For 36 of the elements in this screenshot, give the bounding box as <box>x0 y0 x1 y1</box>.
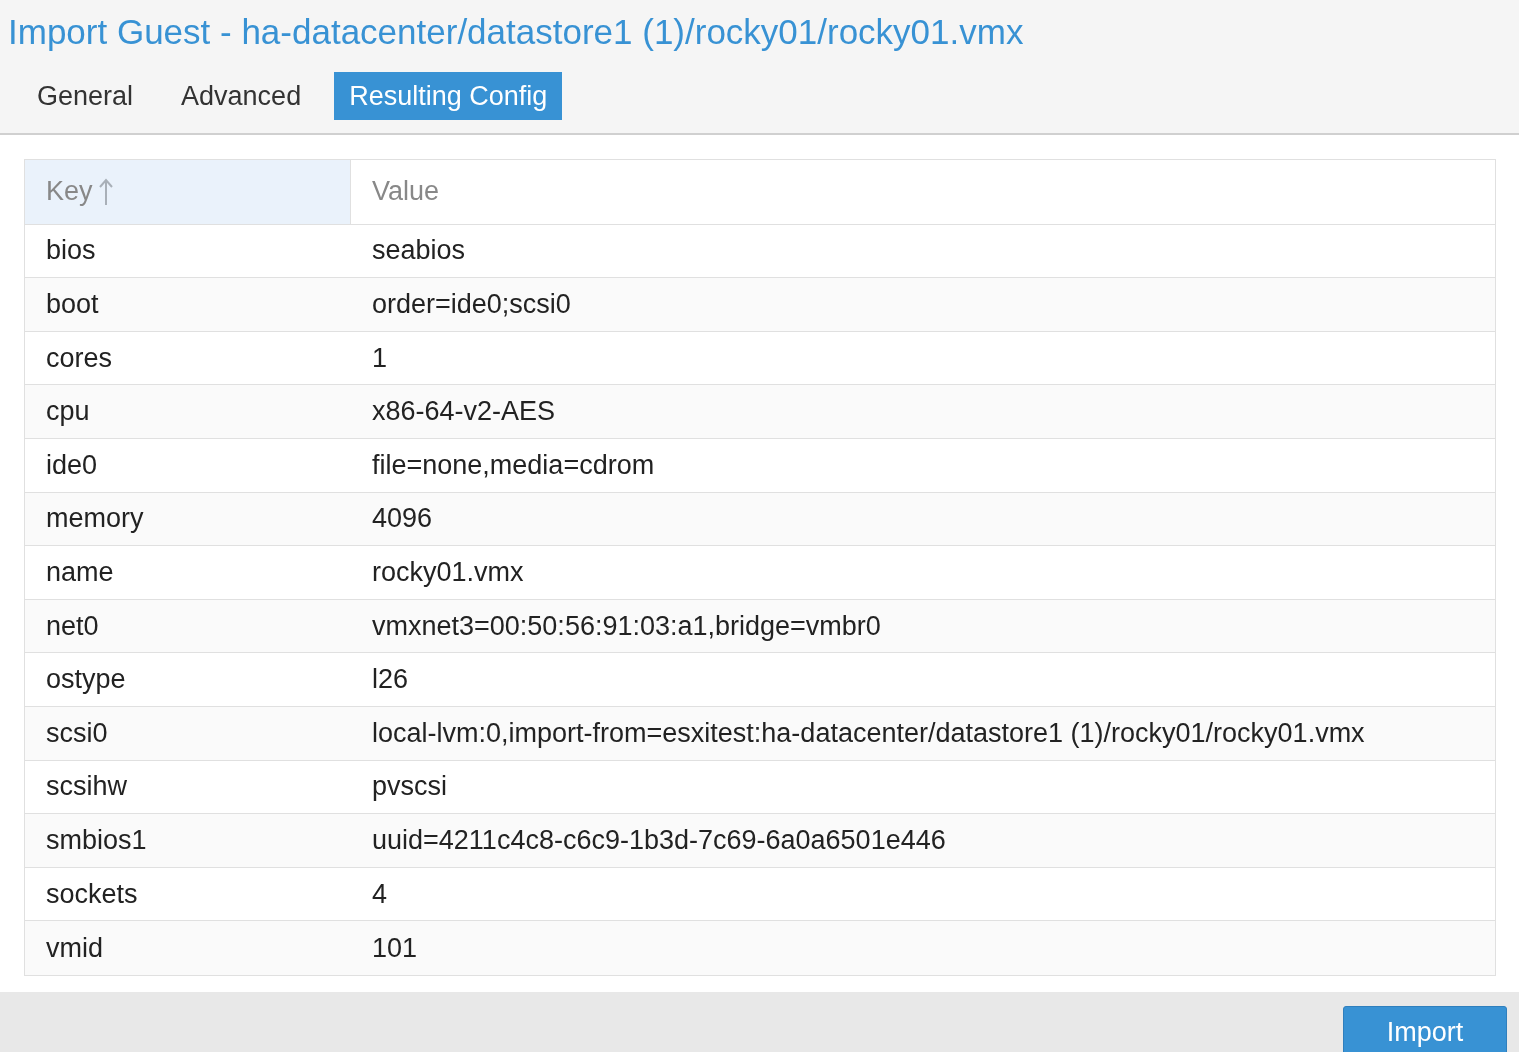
tab[interactable]: Resulting Config <box>334 72 563 120</box>
table-cell-text: smbios1 <box>45 824 148 857</box>
table-cell-text: sockets <box>45 877 139 911</box>
table-cell-text: l26 <box>371 663 410 697</box>
table-cell-text: 4096 <box>371 502 434 536</box>
table-cell-text: ide0 <box>45 448 99 482</box>
table-cell-text: cores <box>45 341 114 375</box>
table-cell-text: bios <box>45 234 97 268</box>
table-cell-text: 1 <box>371 341 389 375</box>
table-cell-text: vmid <box>45 931 104 965</box>
table-cell-text: x86-64-v2-AES <box>371 395 557 429</box>
table-cell-text: boot <box>45 288 100 322</box>
table-cell-text: order=ide0;scsi0 <box>371 288 572 322</box>
table-cell-text: 4 <box>371 877 389 911</box>
table-cell-text: scsi0 <box>45 716 109 750</box>
sort-ascending-icon <box>98 176 113 207</box>
table-cell-text: name <box>45 556 115 590</box>
table-cell-text: rocky01.vmx <box>371 556 525 590</box>
table-cell-text: cpu <box>45 395 91 429</box>
table-cell-text: seabios <box>371 234 467 268</box>
table-cell-text: memory <box>45 502 145 536</box>
table-cell-text: 101 <box>371 931 419 965</box>
import-button[interactable]: Import <box>1343 1006 1507 1052</box>
table-cell-text: vmxnet3=00:50:56:91:03:a1,bridge=vmbr0 <box>371 609 882 643</box>
column-header[interactable]: Key <box>25 159 351 224</box>
window-title: Import Guest - ha-datacenter/datastore1 (1)/rocky01/rocky01.vmx <box>8 11 1025 53</box>
table-cell-text: net0 <box>45 609 100 643</box>
table-cell-text: local-lvm:0,import-from=esxitest:ha-datacenter/datastore1 (1)/rocky01/rocky01.vmx <box>371 716 1366 750</box>
tab[interactable]: General <box>22 72 149 120</box>
column-header[interactable]: Value <box>351 159 1495 224</box>
table-cell-text: scsihw <box>45 770 128 804</box>
table-cell-text: uuid=4211c4c8-c6c9-1b3d-7c69-6a0a6501e446 <box>371 824 947 857</box>
table-cell-text: pvscsi <box>371 770 448 804</box>
table-cell-text: ostype <box>45 663 127 697</box>
table-cell-text: file=none,media=cdrom <box>371 448 656 482</box>
tab[interactable]: Advanced <box>166 72 317 120</box>
